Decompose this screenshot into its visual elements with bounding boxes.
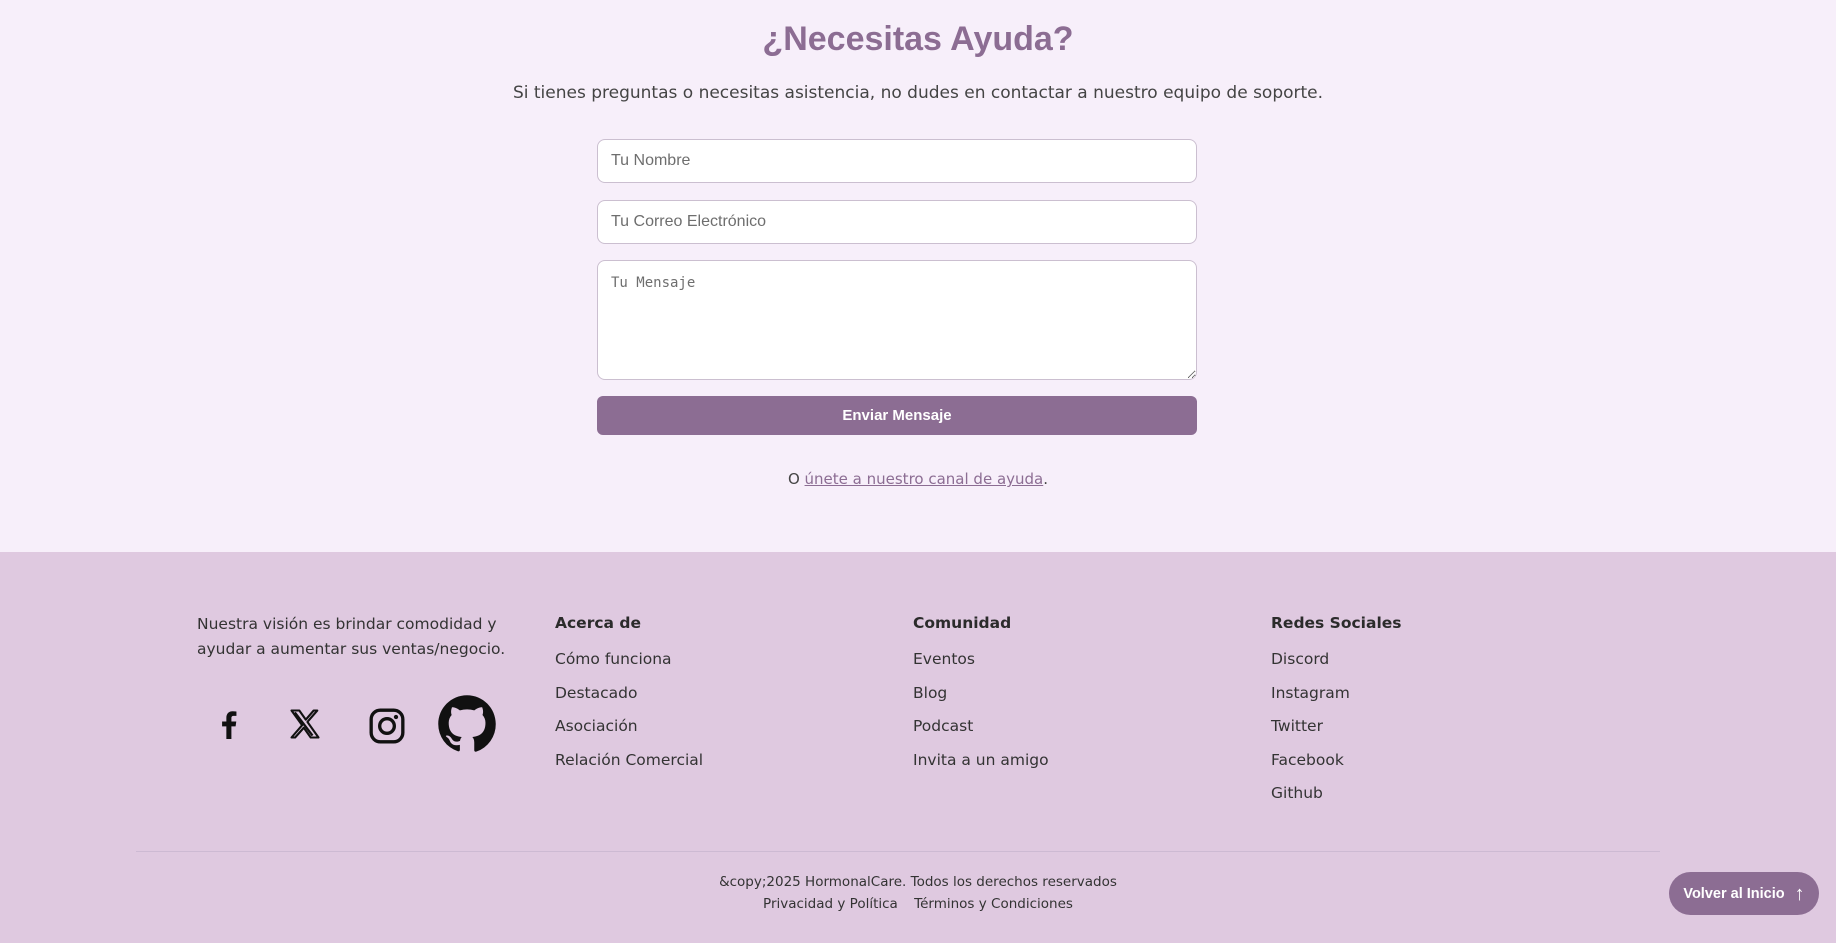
social-heading: Redes Sociales — [1271, 614, 1402, 632]
message-textarea[interactable] — [597, 260, 1197, 380]
community-heading: Comunidad — [913, 614, 1012, 632]
community-link-blog[interactable]: Blog — [913, 684, 947, 702]
about-link-featured[interactable]: Destacado — [555, 684, 637, 702]
instagram-icon[interactable] — [367, 706, 407, 746]
social-link-github[interactable]: Github — [1271, 784, 1323, 802]
community-link-invite-friend[interactable]: Invita a un amigo — [913, 751, 1049, 769]
back-to-top-button[interactable]: Volver al Inicio ↑ — [1669, 872, 1819, 915]
social-link-discord[interactable]: Discord — [1271, 650, 1329, 668]
footer-divider — [136, 851, 1660, 852]
about-heading: Acerca de — [555, 614, 641, 632]
copyright-text: &copy;2025 HormonalCare. Todos los derec… — [719, 874, 1117, 890]
join-prefix: O — [787, 470, 805, 488]
legal-links: Privacidad y Política Términos y Condici… — [0, 896, 1836, 912]
name-input[interactable] — [597, 139, 1197, 183]
community-link-podcast[interactable]: Podcast — [913, 717, 973, 735]
privacy-link[interactable]: Privacidad y Política — [763, 896, 898, 912]
vision-statement: Nuestra visión es brindar comodidad y ay… — [197, 615, 506, 658]
about-link-partnership[interactable]: Asociación — [555, 717, 638, 735]
footer-column-about: Acerca de Cómo funciona Destacado Asocia… — [555, 614, 855, 784]
join-suffix: . — [1043, 470, 1049, 488]
x-icon[interactable] — [287, 706, 323, 742]
arrow-up-icon: ↑ — [1794, 882, 1805, 905]
send-message-button[interactable]: Enviar Mensaje — [597, 396, 1197, 435]
back-to-top-label: Volver al Inicio — [1683, 885, 1785, 902]
social-icons-row — [197, 692, 517, 756]
github-icon[interactable] — [437, 694, 497, 754]
footer-column-community: Comunidad Eventos Blog Podcast Invita a … — [913, 614, 1213, 784]
about-link-how-it-works[interactable]: Cómo funciona — [555, 650, 672, 668]
email-input[interactable] — [597, 200, 1197, 244]
help-title: ¿Necesitas Ayuda? — [762, 20, 1074, 58]
terms-link[interactable]: Términos y Condiciones — [914, 896, 1073, 912]
social-link-instagram[interactable]: Instagram — [1271, 684, 1350, 702]
site-footer: Nuestra visión es brindar comodidad y ay… — [0, 552, 1836, 943]
help-section: ¿Necesitas Ayuda? Si tienes preguntas o … — [0, 0, 1836, 552]
facebook-icon[interactable] — [211, 706, 247, 742]
community-link-events[interactable]: Eventos — [913, 650, 975, 668]
social-link-twitter[interactable]: Twitter — [1271, 717, 1323, 735]
help-subtitle: Si tienes preguntas o necesitas asistenc… — [512, 83, 1324, 103]
join-help-channel-text: O únete a nuestro canal de ayuda. — [0, 470, 1836, 488]
footer-column-social: Redes Sociales Discord Instagram Twitter… — [1271, 614, 1571, 818]
about-link-business-relation[interactable]: Relación Comercial — [555, 751, 703, 769]
join-help-channel-link[interactable]: únete a nuestro canal de ayuda — [805, 470, 1044, 488]
social-link-facebook[interactable]: Facebook — [1271, 751, 1344, 769]
